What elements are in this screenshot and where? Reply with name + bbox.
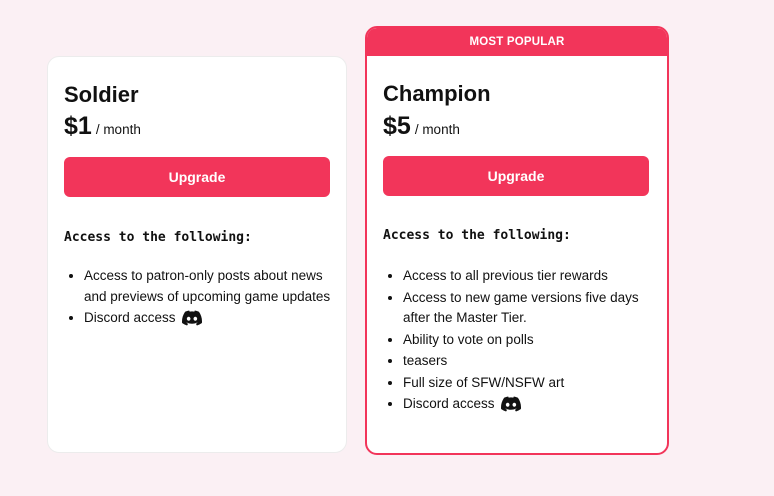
list-item: Access to new game versions five days af… <box>403 288 653 329</box>
discord-icon <box>500 396 521 412</box>
tier-name: Soldier <box>64 82 139 107</box>
discord-icon <box>181 310 202 326</box>
tier-price: $1 <box>64 112 92 140</box>
tier-price: $5 <box>383 112 411 140</box>
tier-card-soldier: Soldier $1 / month Upgrade Access to the… <box>47 56 347 453</box>
list-item: Discord access <box>84 308 334 329</box>
list-item: Access to patron-only posts about news a… <box>84 266 334 307</box>
benefit-text: Discord access <box>403 396 495 411</box>
most-popular-badge: MOST POPULAR <box>367 28 667 56</box>
benefits-list: Access to all previous tier rewards Acce… <box>383 266 653 416</box>
upgrade-button-champion[interactable]: Upgrade <box>383 156 649 196</box>
list-item: Access to all previous tier rewards <box>403 266 653 287</box>
price-row: $5 / month <box>383 112 460 141</box>
benefit-text: Access to new game versions five days af… <box>403 289 639 326</box>
benefits-list: Access to patron-only posts about news a… <box>64 266 334 330</box>
upgrade-button-soldier[interactable]: Upgrade <box>64 157 330 197</box>
price-period: / month <box>414 122 460 137</box>
benefit-text: Access to patron-only posts about news a… <box>84 268 331 304</box>
tier-name: Champion <box>383 81 491 106</box>
tier-card-champion: MOST POPULAR Champion $5 / month Upgrade… <box>365 26 669 455</box>
price-period: / month <box>95 122 141 137</box>
list-item: teasers <box>403 351 653 372</box>
price-row: $1 / month <box>64 112 141 141</box>
benefit-text: Full size of SFW/NSFW art <box>403 374 565 390</box>
benefit-text: Discord access <box>84 310 176 325</box>
access-heading: Access to the following: <box>64 230 252 245</box>
list-item: Full size of SFW/NSFW art <box>403 373 653 394</box>
list-item: Discord access <box>403 394 653 415</box>
list-item: Ability to vote on polls <box>403 330 653 351</box>
benefit-text: Access to all previous tier rewards <box>403 268 608 283</box>
benefit-text: Ability to vote on polls <box>403 331 534 347</box>
access-heading: Access to the following: <box>383 228 571 243</box>
benefit-text: teasers <box>403 353 448 368</box>
